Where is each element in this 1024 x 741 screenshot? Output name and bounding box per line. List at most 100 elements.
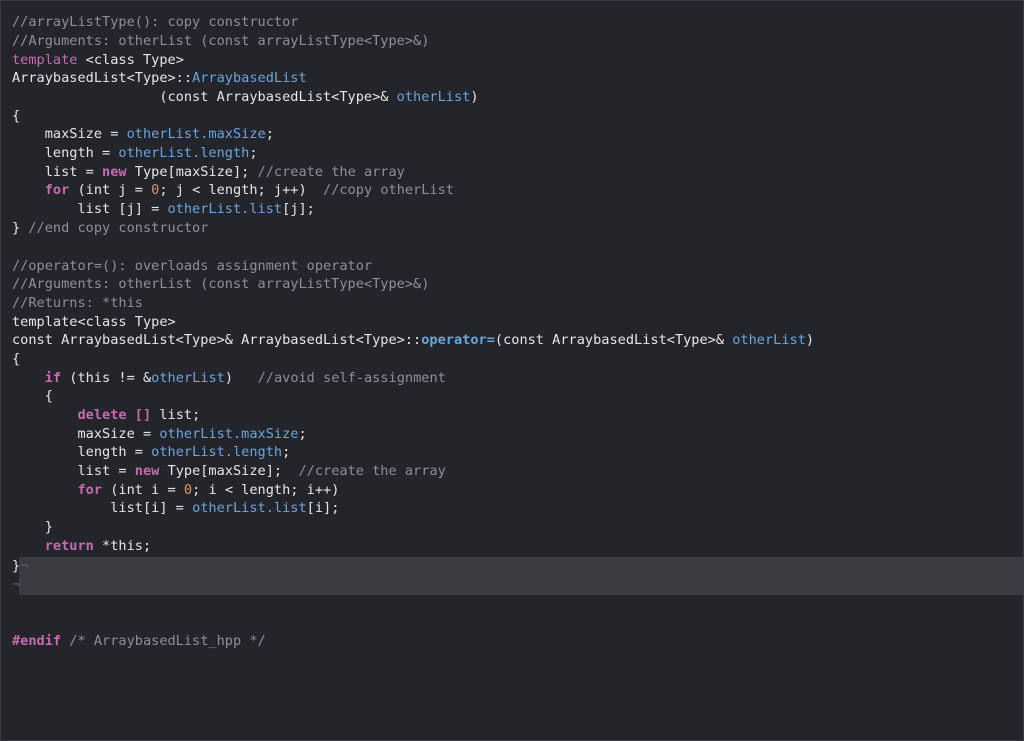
- code-line-34[interactable]: #endif /* ArraybasedList_hpp */: [1, 632, 1023, 651]
- code-text: ; j < length; j++): [159, 182, 324, 198]
- keyword: return: [44, 538, 94, 554]
- keyword: template: [12, 52, 78, 68]
- comment: //operator=(): overloads assignment oper…: [12, 258, 373, 274]
- code-line-20[interactable]: if (this != &otherList) //avoid self-ass…: [1, 369, 1023, 388]
- keyword: for: [77, 482, 103, 498]
- code-line-10[interactable]: for (int j = 0; j < length; j++) //copy …: [1, 181, 1023, 200]
- code-line-27[interactable]: list[i] = otherList.list[i];: [1, 499, 1023, 518]
- code-line-7[interactable]: maxSize = otherList.maxSize;: [1, 125, 1023, 144]
- code-line-16[interactable]: //Returns: *this: [1, 294, 1023, 313]
- code-text: {: [12, 351, 21, 367]
- code-line-31[interactable]: ¬: [1, 576, 1023, 595]
- end-of-line-marker: ¬: [12, 577, 21, 593]
- keyword: for: [44, 182, 70, 198]
- code-text: length =: [12, 145, 119, 161]
- code-text: (const ArraybasedList<Type>&: [12, 89, 397, 105]
- member-access: otherList.list: [192, 500, 307, 516]
- comment: //Returns: *this: [12, 295, 143, 311]
- comment: //arrayListType(): copy constructor: [12, 14, 299, 30]
- code-line-8[interactable]: length = otherList.length;: [1, 144, 1023, 163]
- code-text: list [j] =: [12, 201, 168, 217]
- code-text: <class Type>: [77, 52, 184, 68]
- member-access: otherList.length: [151, 444, 283, 460]
- code-line-9[interactable]: list = new Type[maxSize]; //create the a…: [1, 163, 1023, 182]
- member-access: otherList.maxSize: [126, 126, 266, 142]
- comment: //copy otherList: [323, 182, 454, 198]
- code-text: (int i =: [102, 482, 184, 498]
- comment: /* ArraybasedList_hpp */: [61, 633, 266, 649]
- code-text: *this;: [93, 538, 152, 554]
- code-line-15[interactable]: //Arguments: otherList (const arrayListT…: [1, 275, 1023, 294]
- code-line-23[interactable]: maxSize = otherList.maxSize;: [1, 425, 1023, 444]
- code-text: [j];: [282, 201, 315, 217]
- code-line-21[interactable]: {: [1, 387, 1023, 406]
- code-text: }: [12, 519, 53, 535]
- code-text: (int j =: [69, 182, 152, 198]
- code-text: list =: [12, 463, 135, 479]
- operator-name: operator=: [421, 332, 495, 348]
- code-line-18[interactable]: const ArraybasedList<Type>& ArraybasedLi…: [1, 331, 1023, 350]
- code-text: list =: [12, 164, 103, 180]
- code-text: ;: [282, 444, 291, 460]
- code-line-2[interactable]: //Arguments: otherList (const arrayListT…: [1, 32, 1023, 51]
- code-line-5[interactable]: (const ArraybasedList<Type>& otherList): [1, 88, 1023, 107]
- comment: //Arguments: otherList (const arrayListT…: [12, 33, 430, 49]
- code-text: }: [12, 220, 29, 236]
- code-text: {: [12, 388, 53, 404]
- code-line-24[interactable]: length = otherList.length;: [1, 443, 1023, 462]
- code-text: Type[maxSize];: [126, 164, 258, 180]
- code-line-12[interactable]: } //end copy constructor: [1, 219, 1023, 238]
- code-line-26[interactable]: for (int i = 0; i < length; i++): [1, 481, 1023, 500]
- code-line-14[interactable]: //operator=(): overloads assignment oper…: [1, 257, 1023, 276]
- code-text: (const ArraybasedList<Type>&: [494, 332, 733, 348]
- code-text: list[i] =: [12, 500, 193, 516]
- code-text: ): [224, 370, 258, 386]
- keyword: new: [134, 463, 160, 479]
- code-text: (this != &: [61, 370, 152, 386]
- code-text: ArraybasedList<Type>::: [12, 70, 193, 86]
- code-line-22[interactable]: delete [] list;: [1, 406, 1023, 425]
- code-text: Type[maxSize];: [159, 463, 299, 479]
- code-line-17[interactable]: template<class Type>: [1, 313, 1023, 332]
- code-line-19[interactable]: {: [1, 350, 1023, 369]
- code-line-6[interactable]: {: [1, 107, 1023, 126]
- code-line-29[interactable]: return *this;: [1, 537, 1023, 556]
- code-text: }: [12, 558, 21, 574]
- code-text: ; i < length; i++): [192, 482, 340, 498]
- code-line-1[interactable]: //arrayListType(): copy constructor: [1, 13, 1023, 32]
- code-text: template<class Type>: [12, 314, 176, 330]
- code-editor[interactable]: //arrayListType(): copy constructor //Ar…: [0, 0, 1024, 741]
- code-line-25[interactable]: list = new Type[maxSize]; //create the a…: [1, 462, 1023, 481]
- code-text: length =: [12, 444, 152, 460]
- code-line-4[interactable]: ArraybasedList<Type>::ArraybasedList: [1, 69, 1023, 88]
- code-text: [i];: [306, 500, 340, 516]
- code-line-30[interactable]: }¬: [1, 557, 1023, 576]
- number-literal: 0: [183, 482, 193, 498]
- parameter: otherList: [732, 332, 806, 348]
- keyword: new: [102, 164, 127, 180]
- code-line-28[interactable]: }: [1, 518, 1023, 537]
- parameter: otherList: [151, 370, 225, 386]
- code-line-11[interactable]: list [j] = otherList.list[j];: [1, 200, 1023, 219]
- code-text: const ArraybasedList<Type>& ArraybasedLi…: [12, 332, 422, 348]
- code-text: maxSize =: [12, 126, 127, 142]
- code-text: ;: [249, 145, 258, 161]
- function-name: ArraybasedList: [192, 70, 307, 86]
- member-access: otherList.maxSize: [159, 426, 299, 442]
- keyword: if: [44, 370, 62, 386]
- code-text: ): [470, 89, 479, 105]
- code-text: list;: [159, 407, 201, 423]
- keyword: delete []: [77, 407, 160, 423]
- comment: //end copy constructor: [28, 220, 209, 236]
- code-text: maxSize =: [12, 426, 160, 442]
- code-line-3[interactable]: template <class Type>: [1, 51, 1023, 70]
- member-access: otherList.list: [167, 201, 283, 217]
- member-access: otherList.length: [118, 145, 250, 161]
- code-text: {: [12, 108, 21, 124]
- parameter: otherList: [396, 89, 471, 105]
